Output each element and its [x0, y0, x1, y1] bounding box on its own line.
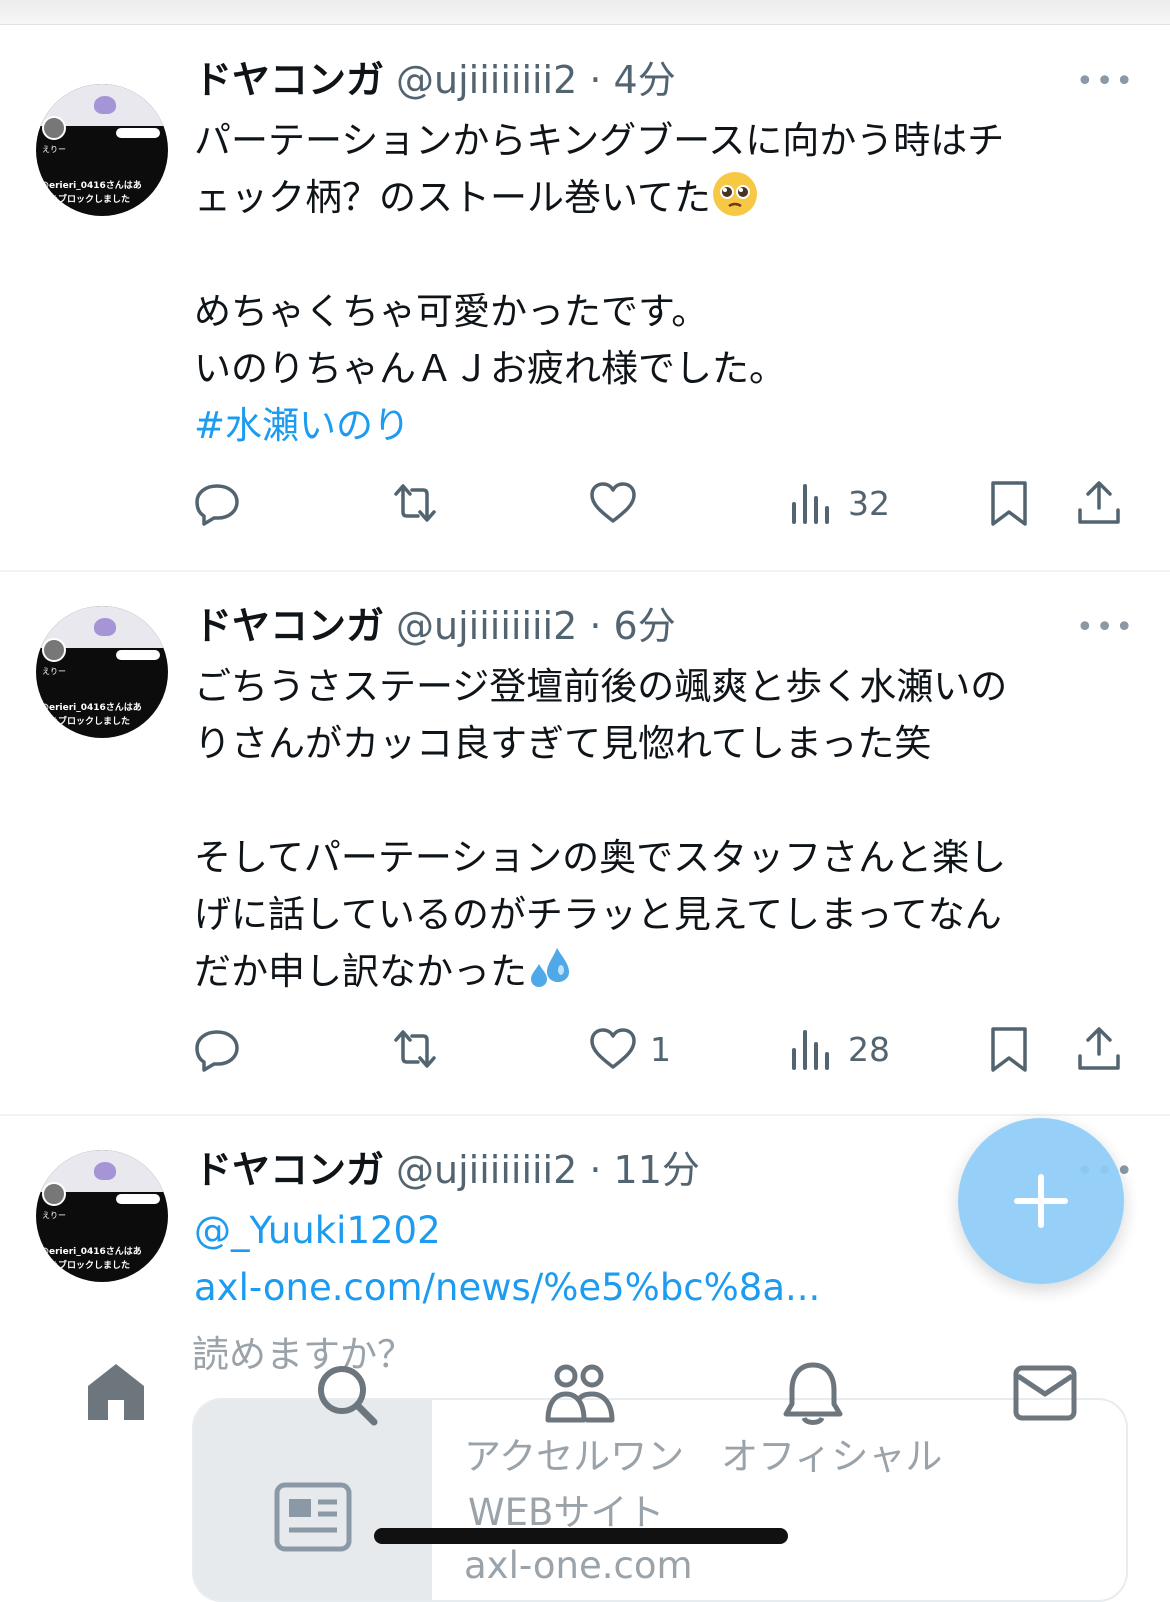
tweet-line: だか申し訳なかった: [194, 950, 527, 993]
reply-button[interactable]: [192, 478, 242, 528]
home-indicator[interactable]: [374, 1528, 788, 1544]
tweet-line: げに話しているのがチラッと見えてしまってなん: [194, 893, 1002, 936]
bookmark-button[interactable]: [984, 478, 1034, 528]
retweet-button[interactable]: [390, 478, 440, 528]
tweet-2[interactable]: えりー @erieri_0416さんはあ たをブロックしました ドヤコンガ @uj…: [0, 570, 1170, 1116]
card-domain: axl-one.com: [464, 1544, 693, 1587]
timestamp[interactable]: · 6分: [589, 604, 675, 648]
views-button[interactable]: 32: [786, 478, 890, 528]
sweat-droplets-icon: [531, 948, 569, 987]
user-handle[interactable]: @ujiiiiiiii2: [396, 58, 577, 102]
heart-icon: [590, 1028, 636, 1069]
hashtag-link[interactable]: #水瀬いのり: [194, 397, 1124, 454]
notifications-icon[interactable]: [782, 1360, 844, 1428]
compose-button[interactable]: [958, 1118, 1124, 1284]
tweet-line: ェック柄？のストール巻いてた: [194, 176, 711, 219]
tweet-1[interactable]: えりー @erieri_0416さんはあ たをブロックしました ドヤコンガ @uj…: [0, 24, 1170, 572]
view-count: 28: [848, 1029, 890, 1069]
tweet-text: ごちうさステージ登壇前後の颯爽と歩く水瀬いの りさんがカッコ良すぎて見惚れてしま…: [194, 658, 1124, 1000]
reply-icon: [195, 1030, 239, 1072]
avatar-text: たをブロックしました: [40, 1261, 131, 1271]
user-handle[interactable]: @ujiiiiiiii2: [396, 1148, 577, 1192]
avatar-text: えりー: [42, 145, 66, 154]
views-icon: [792, 1030, 829, 1070]
display-name[interactable]: ドヤコンガ: [194, 1148, 384, 1192]
messages-icon[interactable]: [1012, 1364, 1078, 1422]
like-button[interactable]: 1: [588, 1024, 671, 1074]
tweet-header: ドヤコンガ @ujiiiiiiii2 · 4分: [194, 56, 676, 104]
timestamp[interactable]: · 4分: [589, 58, 675, 102]
share-button[interactable]: [1074, 478, 1124, 528]
share-icon: [1078, 1027, 1120, 1070]
display-name[interactable]: ドヤコンガ: [194, 58, 384, 102]
retweet-button[interactable]: [390, 1024, 440, 1074]
more-options-icon[interactable]: •••: [1076, 613, 1135, 643]
avatar-text: たをブロックしました: [40, 717, 131, 727]
tweet-line: そしてパーテーションの奥でスタッフさんと楽し: [194, 836, 1007, 879]
plus-icon: [1014, 1174, 1068, 1228]
heart-icon: [590, 482, 636, 523]
tweet-text-ghost: 読めますか？: [192, 1333, 414, 1376]
timestamp[interactable]: · 11分: [589, 1148, 700, 1192]
tweet-header: ドヤコンガ @ujiiiiiiii2 · 6分: [194, 602, 676, 650]
avatar[interactable]: えりー @erieri_0416さんはあ たをブロックしました: [36, 84, 168, 216]
bookmark-icon: [991, 481, 1027, 526]
tweet-line: パーテーションからキングブースに向かう時はチ: [194, 119, 1005, 162]
avatar-text: たをブロックしました: [40, 195, 131, 205]
card-title: アクセルワン オフィシャル: [464, 1435, 943, 1478]
search-icon[interactable]: [314, 1362, 380, 1428]
card-thumbnail: [194, 1400, 432, 1600]
tweet-line: ごちうさステージ登壇前後の颯爽と歩く水瀬いの: [194, 665, 1008, 708]
bookmark-icon: [991, 1027, 1027, 1072]
avatar[interactable]: えりー @erieri_0416さんはあ たをブロックしました: [36, 1150, 168, 1282]
avatar[interactable]: えりー @erieri_0416さんはあ たをブロックしました: [36, 606, 168, 738]
avatar-text: えりー: [42, 667, 66, 676]
like-button[interactable]: [588, 478, 650, 528]
more-options-icon[interactable]: •••: [1076, 67, 1135, 97]
pleading-face-icon: [712, 172, 757, 216]
user-handle[interactable]: @ujiiiiiiii2: [396, 604, 577, 648]
communities-icon[interactable]: [544, 1362, 616, 1426]
tweet-actions: 32: [0, 478, 1170, 528]
article-icon: [274, 1482, 352, 1552]
display-name[interactable]: ドヤコンガ: [194, 604, 384, 648]
retweet-icon: [394, 1030, 436, 1068]
share-button[interactable]: [1074, 1024, 1124, 1074]
avatar-text: @erieri_0416さんはあ: [40, 1247, 142, 1257]
home-icon[interactable]: [84, 1360, 148, 1424]
tweet-line: りさんがカッコ良すぎて見惚れてしまった笑: [194, 722, 932, 765]
tweet-line: いのりちゃんＡＪお疲れ様でした。: [194, 347, 786, 390]
views-icon: [792, 484, 829, 524]
like-count: 1: [650, 1029, 671, 1069]
bookmark-button[interactable]: [984, 1024, 1034, 1074]
avatar-text: @erieri_0416さんはあ: [40, 181, 142, 191]
share-icon: [1078, 481, 1120, 524]
tweet-actions: 1 28: [0, 1024, 1170, 1074]
retweet-icon: [394, 484, 436, 522]
reply-icon: [195, 484, 239, 526]
avatar-text: えりー: [42, 1211, 66, 1220]
avatar-text: @erieri_0416さんはあ: [40, 703, 142, 713]
url-link[interactable]: axl-one.com/news/%e5%bc%8a...: [194, 1259, 1124, 1316]
tweet-header: ドヤコンガ @ujiiiiiiii2 · 11分: [194, 1146, 700, 1194]
views-button[interactable]: 28: [786, 1024, 890, 1074]
view-count: 32: [848, 483, 890, 523]
status-area: [0, 0, 1170, 25]
tweet-text: パーテーションからキングブースに向かう時はチ ェック柄？のストール巻いてた めち…: [194, 112, 1124, 454]
reply-button[interactable]: [192, 1024, 242, 1074]
tweet-line: めちゃくちゃ可愛かったです。: [194, 290, 709, 333]
